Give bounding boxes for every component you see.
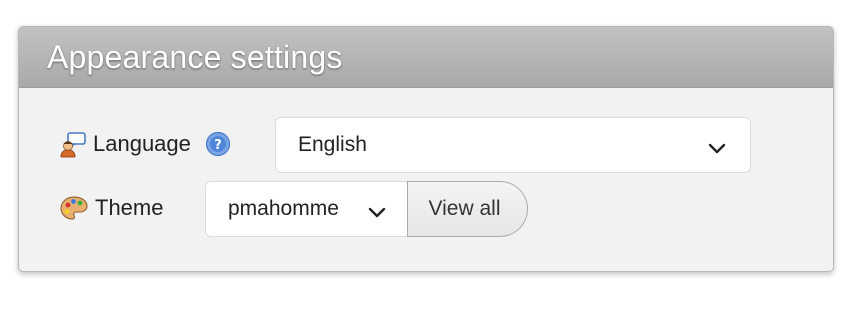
theme-selected-value: pmahomme <box>228 197 339 220</box>
language-label: Language <box>93 131 191 156</box>
palette-icon <box>59 194 89 222</box>
language-label-group: Language <box>59 130 191 158</box>
theme-row: Theme <box>59 181 163 235</box>
language-speech-icon <box>59 130 87 158</box>
theme-label-group: Theme <box>59 194 163 222</box>
theme-label: Theme <box>95 195 164 220</box>
view-all-themes-button[interactable]: View all <box>407 181 528 237</box>
panel-header: Appearance settings <box>19 27 833 88</box>
chevron-down-icon <box>368 201 386 225</box>
appearance-settings-panel: Appearance settings Language ? English T… <box>18 26 834 272</box>
panel-title: Appearance settings <box>47 38 343 75</box>
language-selected-value: English <box>298 133 367 156</box>
language-row: Language ? <box>59 117 231 171</box>
help-question-icon[interactable]: ? <box>205 131 231 157</box>
chevron-down-icon <box>708 137 726 161</box>
svg-text:?: ? <box>214 138 222 153</box>
language-select[interactable]: English <box>275 117 751 173</box>
theme-select[interactable]: pmahomme <box>205 181 409 237</box>
